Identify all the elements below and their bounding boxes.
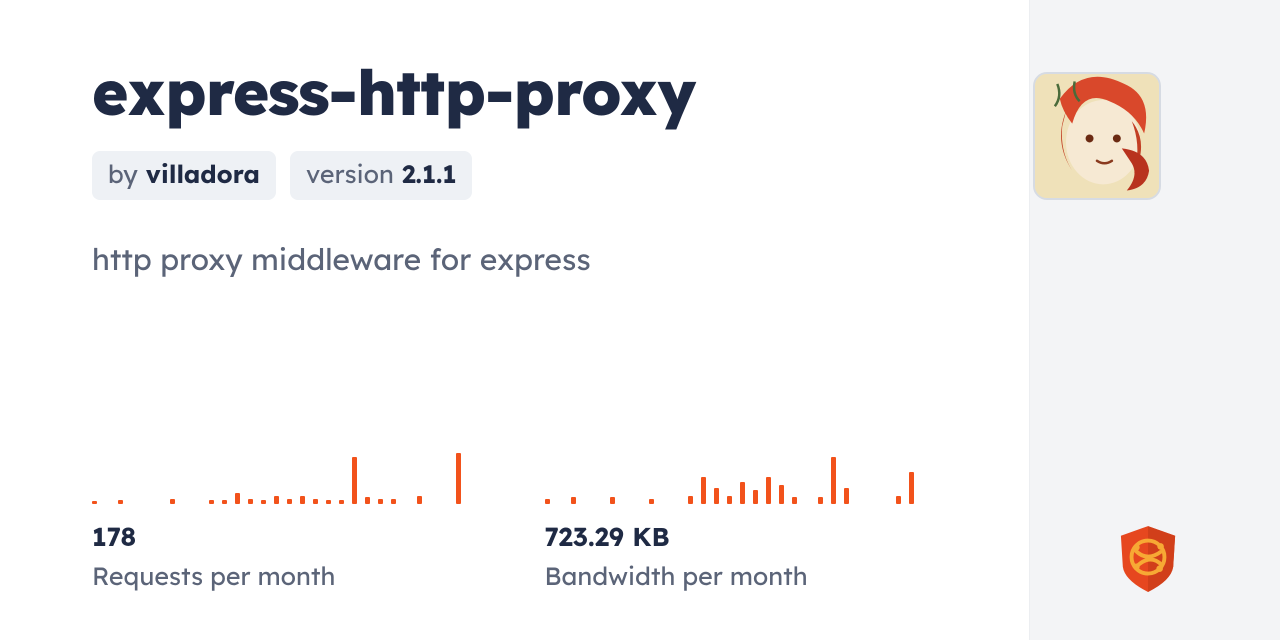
author-prefix: by [108,159,138,190]
stat-bandwidth: 723.29 KB Bandwidth per month [545,446,938,592]
requests-value: 178 [92,520,485,553]
avatar-illustration [1035,74,1159,198]
author-avatar [1033,72,1161,200]
version-value: 2.1.1 [402,159,457,190]
bandwidth-value: 723.29 KB [545,520,938,553]
stats-row: 178 Requests per month 723.29 KB Bandwid… [92,446,937,592]
meta-chips: by villadora version 2.1.1 [92,151,937,200]
jsdelivr-badge-icon [1117,524,1179,594]
author-chip: by villadora [92,151,276,200]
version-prefix: version [306,159,394,190]
stat-requests: 178 Requests per month [92,446,485,592]
author-name: villadora [146,159,260,190]
requests-sparkline [92,446,485,504]
package-description: http proxy middleware for express [92,240,937,278]
requests-label: Requests per month [92,561,485,592]
package-card: express-http-proxy by villadora version … [0,0,1030,640]
bandwidth-sparkline [545,446,938,504]
package-title: express-http-proxy [92,60,937,125]
version-chip: version 2.1.1 [290,151,472,200]
bandwidth-label: Bandwidth per month [545,561,938,592]
